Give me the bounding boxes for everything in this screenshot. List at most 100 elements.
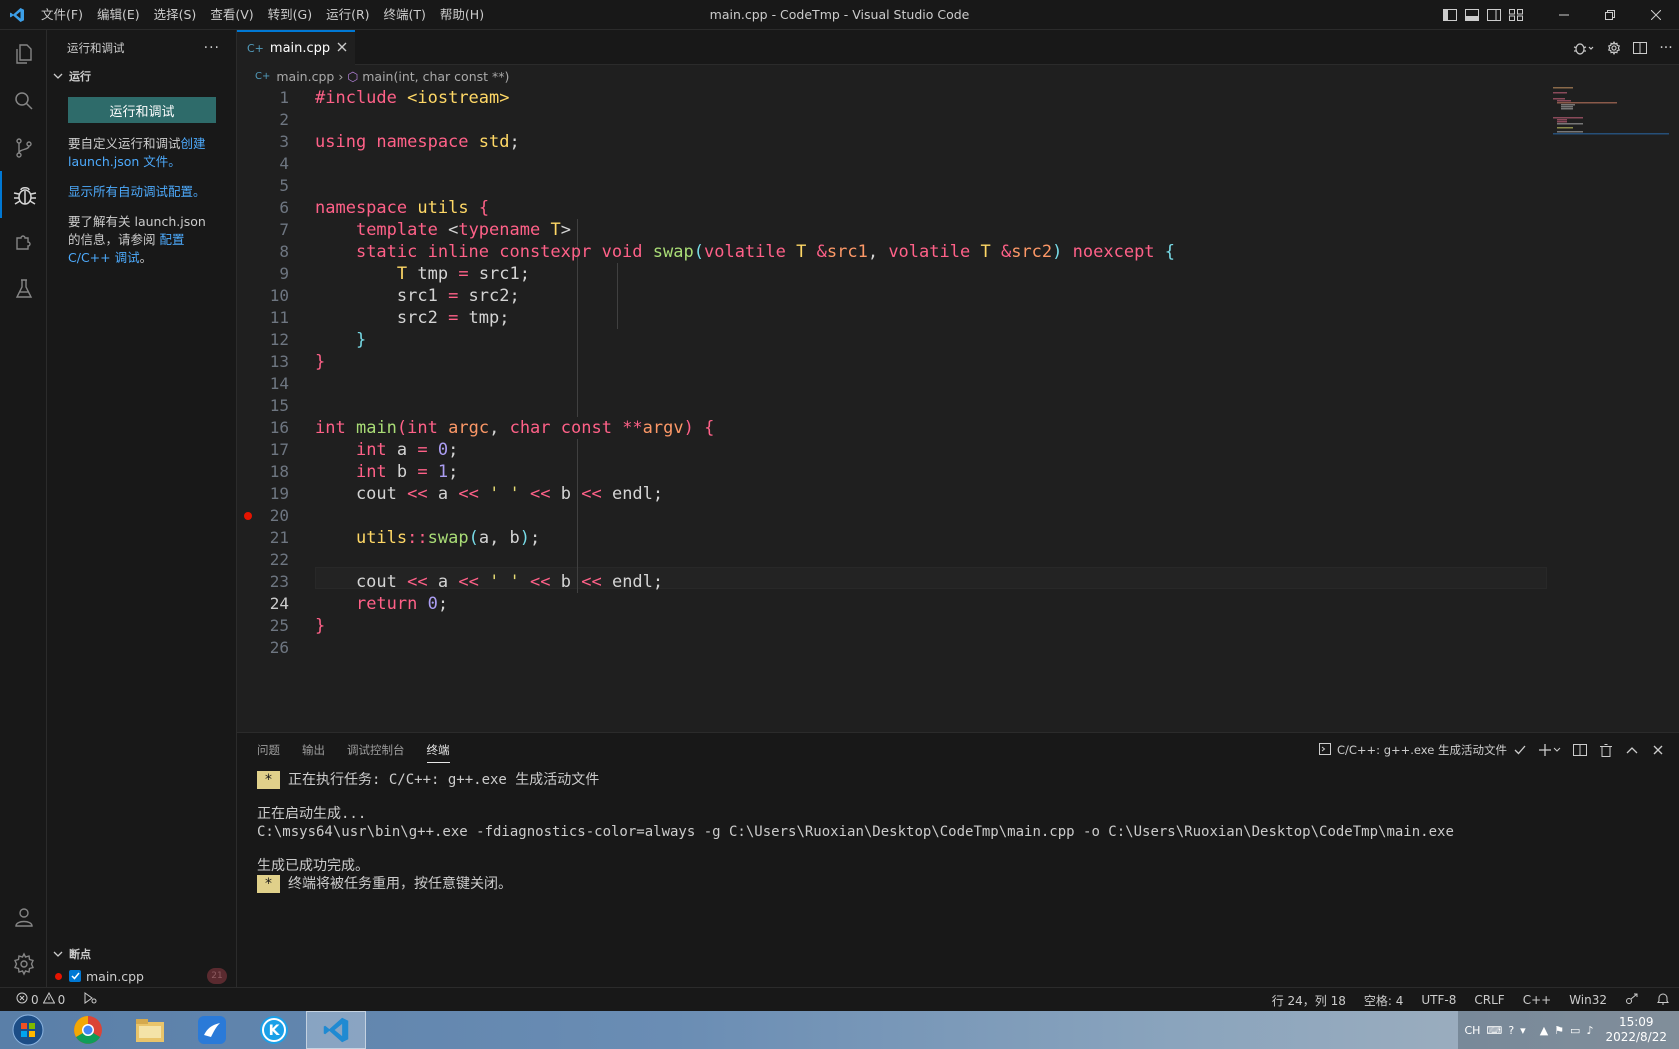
manage-gear-icon[interactable] [0,940,47,987]
split-terminal-icon[interactable] [1567,733,1593,767]
indentation[interactable]: 空格: 4 [1364,992,1404,1009]
warning-icon [42,991,55,1007]
show-all-configs-link[interactable]: 显示所有自动调试配置。 [68,184,206,199]
line-number: 16 [269,418,289,437]
settings-gear-icon[interactable] [1601,30,1627,65]
more-actions-icon[interactable]: ··· [204,40,220,56]
more-actions-icon[interactable]: ··· [1653,30,1679,65]
line-number: 22 [269,550,289,569]
k-app-icon[interactable]: K [244,1011,304,1049]
check-icon [1507,733,1533,767]
run-section-header[interactable]: 运行 [47,65,236,87]
maximize-panel-icon[interactable] [1619,733,1645,767]
line-number: 19 [269,484,289,503]
terminal-task-label[interactable]: C/C++: g++.exe 生成活动文件 [1337,742,1507,758]
help-icon[interactable]: ? [1508,1024,1514,1037]
code-editor[interactable]: 1 #include <iostream> 2 3 using namespace … [237,87,1679,732]
warning-count: 0 [57,992,66,1007]
breakpoint-checkbox[interactable] [69,970,81,982]
menu-terminal[interactable]: 终端(T) [377,0,433,30]
chrome-icon[interactable] [58,1011,118,1049]
close-panel-icon[interactable] [1645,733,1671,767]
tab-terminal[interactable]: 终端 [426,738,450,763]
run-debug-icon[interactable] [0,171,47,218]
network-icon[interactable]: ▭ [1570,1024,1580,1037]
breakpoints-header[interactable]: 断点 [47,943,237,965]
run-and-debug-button[interactable]: 运行和调试 [68,97,216,123]
errors-status[interactable]: 0 0 [16,991,66,1007]
clock[interactable]: 15:09 2022/8/22 [1605,1015,1667,1045]
menu-help[interactable]: 帮助(H) [433,0,491,30]
live-share-icon[interactable] [1625,993,1639,1008]
title-bar: 文件(F) 编辑(E) 选择(S) 查看(V) 转到(G) 运行(R) 终端(T… [0,0,1679,30]
notifications-bell-icon[interactable] [1657,992,1669,1008]
volume-icon[interactable]: ♪ [1586,1024,1593,1037]
code-line: cout << a << ' ' << b << endl; [315,484,664,504]
menu-view[interactable]: 查看(V) [203,0,260,30]
show-hidden-icons-icon[interactable]: ▲ [1540,1024,1548,1037]
create-link[interactable]: 创建 [181,136,206,151]
tab-main-cpp[interactable]: C+ main.cpp [237,30,355,65]
new-terminal-icon[interactable] [1533,733,1567,767]
toggle-panel-icon[interactable] [1461,0,1483,30]
trash-icon[interactable] [1593,733,1619,767]
action-center-icon[interactable]: ⚑ [1554,1024,1564,1037]
breadcrumb-file[interactable]: main.cpp [276,69,334,84]
search-icon[interactable] [0,77,47,124]
tab-output[interactable]: 输出 [302,733,325,767]
toggle-sidebar-icon[interactable] [1439,0,1461,30]
error-count: 0 [31,992,39,1007]
split-editor-icon[interactable] [1627,30,1653,65]
code-line: int b = 1; [355,462,459,482]
launch-json-link[interactable]: launch.json [68,154,139,169]
minimize-icon[interactable] [1541,0,1587,30]
tab-problems[interactable]: 问题 [257,733,280,767]
accounts-icon[interactable] [0,893,47,940]
testing-icon[interactable] [0,265,47,312]
explorer-icon[interactable] [0,30,47,77]
file-link[interactable]: 文件。 [143,154,181,169]
tab-debug-console[interactable]: 调试控制台 [347,733,405,767]
breakpoints-section: 断点 main.cpp 21 [47,943,237,987]
code-line: T tmp = src1; [396,264,530,284]
line-number: 7 [279,220,289,239]
line-number: 20 [269,506,289,525]
toggle-secondary-sidebar-icon[interactable] [1483,0,1505,30]
restore-icon[interactable] [1587,0,1633,30]
terminal-text: 终端将被任务重用，按任意键关闭。 [288,876,512,892]
end-of-line[interactable]: CRLF [1474,993,1504,1007]
start-button-icon[interactable] [0,1011,56,1049]
menu-run[interactable]: 运行(R) [319,0,376,30]
input-language[interactable]: CH [1464,1024,1480,1037]
breadcrumb-symbol[interactable]: main(int, char const **) [362,69,509,84]
line-number: 24 [269,594,289,613]
close-tab-icon[interactable] [337,41,347,56]
breakpoint-line-badge: 21 [207,968,227,984]
platform-config[interactable]: Win32 [1569,993,1607,1007]
debug-launch-icon[interactable] [83,992,97,1007]
file-explorer-icon[interactable] [120,1011,180,1049]
extensions-icon[interactable] [0,218,47,265]
language-mode[interactable]: C++ [1523,993,1552,1007]
customize-layout-icon[interactable] [1505,0,1527,30]
menu-go[interactable]: 转到(G) [261,0,319,30]
tray-arrow-icon[interactable]: ▾ [1520,1024,1526,1037]
menu-file[interactable]: 文件(F) [34,0,90,30]
line-number: 8 [279,242,289,261]
bird-app-icon[interactable] [182,1011,242,1049]
code-line: int main(int argc, char const **argv) { [315,418,715,438]
source-control-icon[interactable] [0,124,47,171]
keyboard-icon[interactable]: ⌨ [1486,1024,1502,1037]
encoding[interactable]: UTF-8 [1421,993,1456,1007]
svg-text:K: K [269,1023,281,1039]
debug-dropdown-icon[interactable] [1567,30,1601,65]
code-line: } [355,330,367,350]
minimap[interactable] [1553,87,1669,147]
breakpoint-item[interactable]: main.cpp 21 [47,965,237,987]
vscode-taskbar-icon[interactable] [306,1011,366,1049]
line-number: 21 [269,528,289,547]
cursor-position[interactable]: 行 24，列 18 [1272,992,1346,1009]
close-window-icon[interactable] [1633,0,1679,30]
menu-edit[interactable]: 编辑(E) [90,0,147,30]
menu-selection[interactable]: 选择(S) [147,0,204,30]
